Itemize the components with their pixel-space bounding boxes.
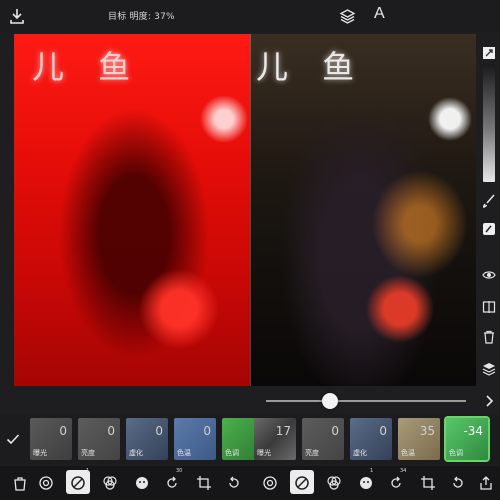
face-icon[interactable] [134, 475, 150, 491]
preset-value: -34 [463, 424, 483, 438]
eraser-icon[interactable] [482, 222, 496, 236]
top-bar: 目标 明度: 37% A [0, 0, 500, 32]
text-tool-button[interactable]: A [374, 5, 385, 23]
preset-value: 17 [275, 424, 291, 438]
brush-icon[interactable] [482, 194, 496, 208]
preset-label: 曝光 [33, 449, 47, 457]
target-brightness-status: 目标 明度: 37% [108, 12, 175, 22]
layers-icon[interactable] [339, 8, 356, 25]
preset-label: 亮度 [305, 449, 319, 457]
preset-label: 曝光 [257, 449, 271, 457]
badge: 34 [400, 468, 407, 474]
edited-photo-preview: 儿 鱼 [14, 34, 250, 386]
chevron-right-icon[interactable] [482, 394, 496, 408]
preset-value: 0 [59, 424, 67, 438]
neon-sign-left: 儿 鱼 [32, 48, 143, 86]
preset-label: 亮度 [81, 449, 95, 457]
preset-tint-2[interactable]: -34 色调 [444, 416, 490, 462]
preset-label: 虚化 [353, 449, 367, 457]
layers-stack-icon[interactable] [482, 362, 496, 376]
preset-value: 35 [419, 424, 435, 438]
preset-label: 色温 [177, 449, 191, 457]
preset-label: 色调 [449, 449, 463, 457]
undo-icon-2[interactable] [450, 475, 466, 491]
preset-label: 虚化 [129, 449, 143, 457]
compare-icon[interactable] [482, 300, 496, 314]
photo-canvas[interactable]: 儿 鱼 儿 鱼 [14, 34, 476, 386]
original-photo-preview: 儿 鱼 [250, 34, 476, 386]
preset-brightness-2[interactable]: 0 亮度 [302, 418, 344, 460]
download-icon[interactable] [8, 7, 26, 25]
preset-value: 0 [203, 424, 211, 438]
brightness-gradient-strip[interactable] [483, 64, 495, 182]
rotate-icon[interactable] [164, 475, 180, 491]
badge: 1 [370, 468, 374, 474]
preset-value: 0 [331, 424, 339, 438]
share-icon[interactable] [478, 475, 494, 491]
color-circles-icon-2[interactable] [326, 475, 342, 491]
preset-temperature[interactable]: 0 色温 [174, 418, 216, 460]
bag-icon[interactable] [12, 475, 28, 491]
compare-slider-track[interactable] [266, 400, 466, 402]
trash-icon[interactable] [482, 330, 496, 344]
spiral-icon-2[interactable] [262, 475, 278, 491]
face-icon-2[interactable] [358, 475, 374, 491]
preset-value: 0 [155, 424, 163, 438]
color-circles-icon[interactable] [102, 475, 118, 491]
app: 目标 明度: 37% A 儿 鱼 儿 鱼 0 曝光 0 亮度 0 虚化 0 色温… [0, 0, 500, 500]
preset-blur[interactable]: 0 虚化 [126, 418, 168, 460]
spiral-icon[interactable] [38, 475, 54, 491]
no-filter-icon[interactable] [70, 475, 86, 491]
preset-brightness[interactable]: 0 亮度 [78, 418, 120, 460]
crop-icon-2[interactable] [420, 475, 436, 491]
badge: 30 [176, 468, 183, 474]
preset-value: 0 [379, 424, 387, 438]
bottom-toolbar: 1 30 1 34 [0, 466, 500, 500]
no-filter-icon-2[interactable] [294, 475, 310, 491]
expand-icon[interactable] [482, 46, 496, 60]
preset-label: 色温 [401, 449, 415, 457]
preset-temperature-2[interactable]: 35 色温 [398, 418, 440, 460]
rotate-icon-2[interactable] [388, 475, 404, 491]
badge: 1 [86, 468, 90, 474]
preset-exposure-2[interactable]: 17 曝光 [254, 418, 296, 460]
preset-label: 色调 [225, 449, 239, 457]
compare-slider-thumb[interactable] [322, 393, 338, 409]
neon-sign-right: 儿 鱼 [256, 48, 367, 86]
preset-value: 0 [107, 424, 115, 438]
preset-blur-2[interactable]: 0 虚化 [350, 418, 392, 460]
compare-divider[interactable] [250, 34, 251, 386]
undo-icon[interactable] [226, 475, 242, 491]
preset-exposure[interactable]: 0 曝光 [30, 418, 72, 460]
checkmark-icon[interactable] [6, 432, 20, 446]
crop-icon[interactable] [196, 475, 212, 491]
eye-icon[interactable] [482, 268, 496, 282]
adjustment-presets-strip: 0 曝光 0 亮度 0 虚化 0 色温 色调 17 曝光 0 亮度 0 虚化 3… [0, 414, 500, 464]
